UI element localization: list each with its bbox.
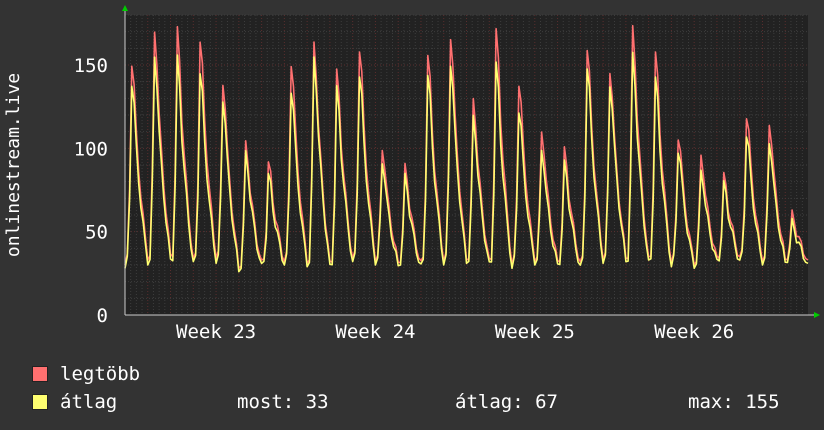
x-axis-arrow-icon (814, 312, 820, 318)
stat-average: átlag: 67 (455, 391, 558, 413)
x-tick-label: Week 23 (176, 321, 256, 343)
legend-swatch-max (32, 366, 48, 382)
x-tick-label: Week 25 (495, 321, 575, 343)
y-axis-arrow-icon (122, 5, 128, 11)
y-axis-label: onlinestream.live (3, 73, 24, 257)
legend-label-max: legtöbb (60, 363, 141, 385)
y-tick-label: 50 (85, 222, 108, 244)
x-tick-label: Week 26 (654, 321, 734, 343)
y-tick-label: 0 (97, 305, 108, 327)
stat-maximum: max: 155 (688, 391, 780, 413)
stat-current: most: 33 (237, 391, 329, 413)
y-tick-label: 150 (74, 55, 108, 77)
x-tick-label: Week 24 (335, 321, 415, 343)
legend-swatch-avg (32, 394, 48, 410)
legend-label-avg: átlag (60, 391, 118, 413)
y-tick-label: 100 (74, 138, 108, 160)
